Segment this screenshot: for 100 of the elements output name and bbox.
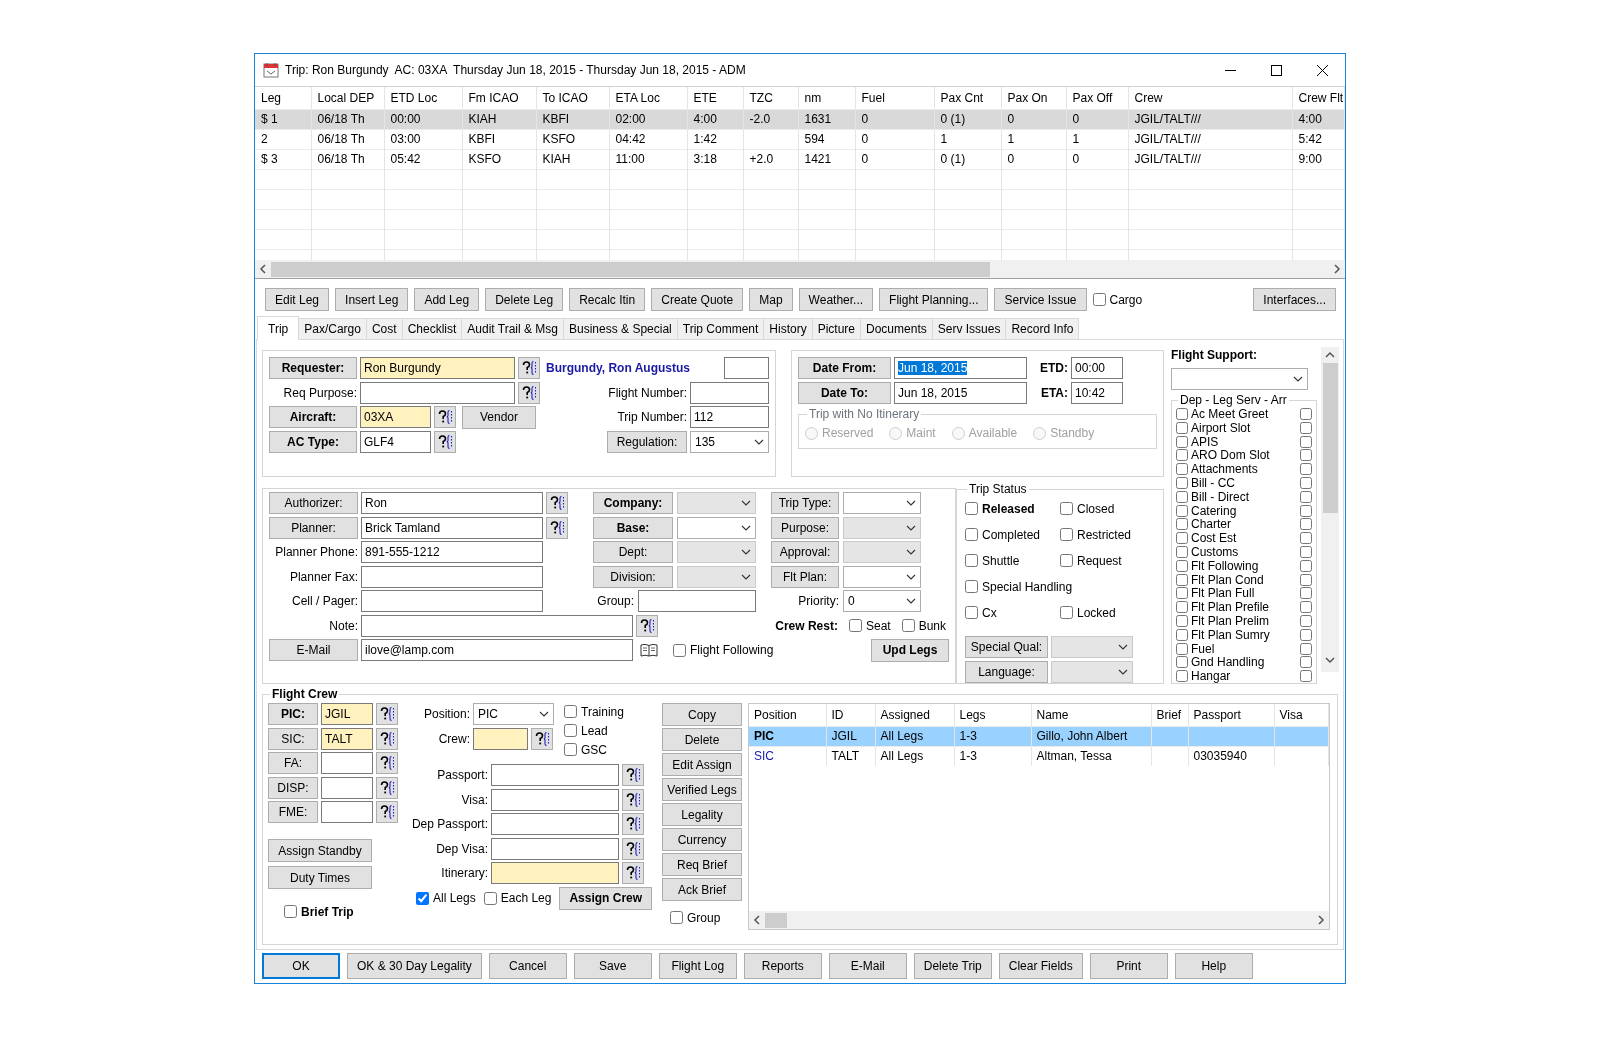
input-field[interactable]: Jun 18, 2015 — [894, 357, 1027, 379]
label-button[interactable]: Regulation: — [607, 430, 687, 453]
checkbox-label[interactable]: All Legs — [433, 892, 476, 905]
action-button[interactable]: Copy — [662, 703, 742, 727]
input-field[interactable]: Brick Tamland — [361, 516, 543, 539]
toolbar-button[interactable]: Interfaces... — [1253, 288, 1336, 311]
label-button[interactable]: SIC: — [268, 727, 318, 750]
vendor-button[interactable]: Vendor — [462, 405, 536, 429]
toolbar-button[interactable]: Create Quote — [651, 288, 744, 311]
checkbox-label[interactable]: Cx — [982, 606, 997, 619]
action-button[interactable]: Assign Standby — [268, 839, 372, 863]
label-button[interactable]: Flt Plan: — [771, 565, 839, 588]
tab[interactable]: Trip Comment — [676, 318, 765, 339]
action-button[interactable]: Legality — [662, 803, 742, 827]
footer-button[interactable]: Save — [573, 953, 652, 979]
checkbox-label[interactable]: Cargo — [1109, 293, 1143, 306]
action-button[interactable]: Ack Brief — [662, 878, 742, 902]
input-field[interactable]: 03XA — [360, 406, 431, 428]
tab[interactable]: Documents — [860, 318, 933, 339]
footer-button[interactable]: OK — [262, 953, 340, 979]
label-button[interactable]: Base: — [593, 516, 673, 539]
input-field[interactable]: TALT — [321, 727, 373, 750]
action-button[interactable]: Delete — [662, 728, 742, 752]
update-button[interactable]: Upd Legs — [871, 638, 949, 662]
tab[interactable]: Checklist — [401, 318, 463, 339]
dropdown[interactable]: 0 — [843, 590, 921, 612]
action-button[interactable]: Currency — [662, 828, 742, 852]
label-button[interactable]: Requester: — [269, 357, 357, 379]
label-button[interactable]: Authorizer: — [269, 492, 358, 514]
table-row[interactable]: $ 3 06/18 Th 05:42 KSFO KIAH 11:00 3:18 +2.0 1421 0 0 (1) 0 0 JGIL/TALT/// 9:00 — [255, 149, 1345, 169]
checkbox-label[interactable]: Training — [581, 705, 624, 718]
input-field[interactable]: 10:42 — [1071, 381, 1123, 404]
label-button[interactable]: Planner: — [269, 516, 358, 539]
checkbox-label[interactable]: Seat — [865, 619, 891, 632]
tab[interactable]: Record Info — [1005, 318, 1080, 339]
table-row[interactable]: SIC TALT All Legs 1-3 Altman, Tessa 03035940 — [749, 746, 1329, 767]
label-button[interactable]: FA: — [268, 752, 318, 775]
label-button[interactable]: PIC: — [268, 703, 318, 726]
footer-button[interactable]: Clear Fields — [998, 953, 1083, 979]
input-field[interactable]: 00:00 — [1071, 357, 1123, 379]
input-field[interactable]: 891-555-1212 — [361, 541, 543, 563]
label-button[interactable]: Trip Type: — [771, 492, 839, 514]
footer-button[interactable]: Help — [1174, 953, 1253, 979]
table-row[interactable]: 2 06/18 Th 03:00 KBFI KSFO 04:42 1:42 594 0 1 1 1 JGIL/TALT/// 5:42 — [255, 129, 1345, 149]
tab[interactable]: Pax/Cargo — [298, 318, 367, 339]
toolbar-button[interactable]: Edit Leg — [265, 288, 330, 311]
checkbox-label[interactable]: Completed — [982, 528, 1041, 541]
checkbox-label[interactable]: Bunk — [918, 619, 946, 632]
toolbar-button[interactable]: Add Leg — [414, 288, 480, 311]
tab[interactable]: History — [763, 318, 813, 339]
tab[interactable]: Business & Special — [563, 318, 678, 339]
checkbox-label[interactable]: Lead — [581, 724, 608, 737]
checkbox-label[interactable]: Released — [982, 502, 1035, 515]
checkbox-label[interactable]: Special Handling — [982, 580, 1073, 593]
action-button[interactable]: Duty Times — [268, 866, 372, 890]
tab[interactable]: Cost — [365, 318, 403, 339]
tab[interactable]: Audit Trail & Msg — [461, 318, 564, 339]
assign-crew-button[interactable]: Assign Crew — [559, 886, 653, 910]
label-button[interactable]: Date From: — [798, 357, 891, 379]
label-button[interactable]: E-Mail — [269, 639, 358, 661]
input-field[interactable]: GLF4 — [360, 430, 431, 453]
checkbox-label[interactable]: Brief Trip — [301, 905, 354, 918]
checkbox-label[interactable]: Each Leg — [500, 892, 552, 905]
checkbox-label[interactable]: Flight Following — [690, 644, 774, 656]
footer-button[interactable]: Delete Trip — [913, 953, 992, 979]
input-field[interactable]: 112 — [690, 406, 769, 428]
toolbar-button[interactable]: Flight Planning... — [879, 288, 989, 311]
tab[interactable]: Picture — [811, 318, 862, 339]
toolbar-button[interactable]: Insert Leg — [335, 288, 409, 311]
dropdown[interactable]: 135 — [690, 430, 769, 453]
input-field[interactable]: Ron — [361, 492, 543, 514]
action-button[interactable]: Verified Legs — [662, 778, 742, 802]
label-button[interactable]: Date To: — [798, 381, 891, 404]
label-button[interactable]: DISP: — [268, 776, 318, 799]
footer-button[interactable]: Flight Log — [658, 953, 737, 979]
checkbox-label[interactable]: GSC — [581, 743, 607, 756]
footer-button[interactable]: E-Mail — [828, 953, 907, 979]
toolbar-button[interactable]: Recalc Itin — [569, 288, 646, 311]
footer-button[interactable]: Print — [1089, 953, 1168, 979]
dropdown[interactable]: PIC — [473, 703, 554, 726]
label-button[interactable]: Aircraft: — [269, 406, 357, 428]
action-button[interactable]: Edit Assign — [662, 753, 742, 777]
input-field[interactable]: ilove@lamp.com — [361, 639, 633, 661]
checkbox-label[interactable]: Restricted — [1077, 528, 1132, 541]
input-field[interactable]: Jun 18, 2015 — [894, 381, 1027, 404]
footer-button[interactable]: OK & 30 Day Legality — [347, 953, 482, 979]
checkbox-label[interactable]: Shuttle — [982, 554, 1020, 567]
checkbox-label[interactable]: Group — [687, 911, 721, 924]
footer-button[interactable]: Cancel — [488, 953, 567, 979]
toolbar-button[interactable]: Delete Leg — [485, 288, 564, 311]
toolbar-button[interactable]: Weather... — [798, 288, 874, 311]
footer-button[interactable]: Reports — [743, 953, 822, 979]
toolbar-button[interactable]: Service Issue — [994, 288, 1087, 311]
toolbar-button[interactable]: Map — [749, 288, 793, 311]
table-row[interactable]: PIC JGIL All Legs 1-3 Gillo, John Albert — [749, 726, 1329, 747]
table-row[interactable]: $ 1 06/18 Th 00:00 KIAH KBFI 02:00 4:00 -2.0 1631 0 0 (1) 0 0 JGIL/TALT/// 4:00 — [255, 109, 1345, 129]
tab[interactable]: Serv Issues — [931, 318, 1007, 339]
label-button[interactable]: FME: — [268, 801, 318, 824]
tab[interactable]: Trip — [257, 316, 300, 340]
checkbox-label[interactable]: Closed — [1077, 502, 1115, 515]
